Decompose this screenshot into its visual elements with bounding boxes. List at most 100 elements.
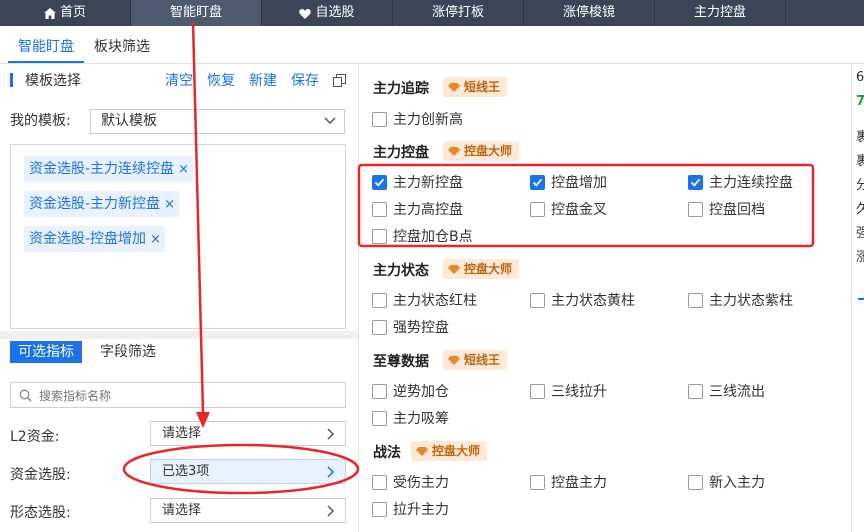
- checkbox-item[interactable]: 主力新控盘: [372, 172, 463, 192]
- checkbox[interactable]: [530, 474, 545, 490]
- checkbox-item[interactable]: 控盘加仓B点: [372, 226, 473, 246]
- badge-label: 短线王: [464, 80, 501, 94]
- checkbox[interactable]: [372, 319, 387, 335]
- tab-field-filter[interactable]: 字段筛选: [92, 341, 164, 363]
- save-button[interactable]: 保存: [291, 70, 319, 90]
- subtab-sector-filter[interactable]: 板块筛选: [84, 33, 160, 63]
- clear-button[interactable]: 清空: [165, 70, 193, 90]
- badge-control-master: 控盘大师: [411, 441, 488, 461]
- checkbox-label: 主力状态黄柱: [551, 293, 635, 309]
- checkbox-item[interactable]: 强势控盘: [372, 317, 449, 337]
- checkbox-item[interactable]: 控盘增加: [530, 172, 607, 192]
- checkbox-label: 主力吸筹: [393, 411, 449, 427]
- checkbox-label: 主力状态紫柱: [709, 293, 793, 309]
- checkbox-item[interactable]: 三线流出: [688, 381, 765, 401]
- group-title-main-status: 主力状态: [373, 263, 429, 279]
- close-icon[interactable]: ×: [178, 162, 189, 177]
- checkbox-item[interactable]: 拉升主力: [372, 499, 449, 519]
- checkbox-checked[interactable]: [688, 174, 703, 190]
- tab-available-indicators[interactable]: 可选指标: [10, 341, 82, 363]
- chevron-right-icon: [327, 466, 335, 478]
- checkbox-item[interactable]: 逆势加仓: [372, 381, 449, 401]
- badge-label: 控盘大师: [464, 262, 513, 276]
- nav-tab-limit-up-prism[interactable]: 涨停梭镜: [524, 0, 655, 26]
- checkbox[interactable]: [530, 383, 545, 399]
- top-nav: 首页 智能盯盘 自选股 涨停打板 涨停梭镜 主力控盘: [0, 0, 864, 26]
- subtab-smart-watch[interactable]: 智能盯盘: [8, 33, 84, 63]
- fund-stock-select[interactable]: 已选3项: [150, 459, 346, 484]
- checkbox-item[interactable]: 主力高控盘: [372, 199, 463, 219]
- group-title-main-tracking: 主力追踪: [373, 81, 429, 97]
- checkbox-item[interactable]: 控盘回档: [688, 199, 765, 219]
- checkbox-item[interactable]: 三线拉升: [530, 381, 607, 401]
- checkbox-item[interactable]: 控盘主力: [530, 472, 607, 492]
- group-title-premium-data: 至尊数据: [373, 354, 429, 370]
- diamond-icon: [448, 146, 460, 156]
- checkbox[interactable]: [372, 201, 387, 217]
- search-input[interactable]: [37, 385, 341, 407]
- sub-tabs: 智能盯盘 板块筛选: [0, 33, 160, 63]
- close-icon[interactable]: ×: [164, 197, 175, 212]
- checkbox-item[interactable]: 新入主力: [688, 472, 765, 492]
- checkbox-label: 新入主力: [709, 475, 765, 491]
- copy-icon[interactable]: [333, 73, 346, 87]
- nav-tab-home[interactable]: 首页: [0, 0, 131, 26]
- nav-tab-watchlist[interactable]: 自选股: [262, 0, 393, 26]
- section-marker: [10, 73, 13, 87]
- nav-tab-label: 智能盯盘: [169, 5, 222, 20]
- chevron-down-icon: [324, 117, 336, 125]
- checkbox-item[interactable]: 主力连续控盘: [688, 172, 793, 192]
- selected-tag[interactable]: 资金选股-主力连续控盘 ×: [24, 156, 193, 182]
- badge-control-master: 控盘大师: [443, 259, 520, 279]
- checkbox-label: 三线拉升: [551, 384, 607, 400]
- selected-tag[interactable]: 资金选股-控盘增加 ×: [24, 226, 165, 252]
- nav-tab-limit-up[interactable]: 涨停打板: [393, 0, 524, 26]
- nav-tab-smart-watch[interactable]: 智能盯盘: [131, 0, 262, 26]
- checkbox-label: 主力状态红柱: [393, 293, 477, 309]
- checkbox-item[interactable]: 主力吸筹: [372, 408, 449, 428]
- selected-tag[interactable]: 资金选股-主力新控盘 ×: [24, 191, 179, 217]
- checkbox-item[interactable]: 主力状态紫柱: [688, 290, 793, 310]
- badge-control-master: 控盘大师: [443, 141, 520, 161]
- close-icon[interactable]: ×: [150, 232, 161, 247]
- checkbox[interactable]: [372, 410, 387, 426]
- checkbox-item[interactable]: 主力状态黄柱: [530, 290, 635, 310]
- nav-tab-main-control[interactable]: 主力控盘: [655, 0, 786, 26]
- checkbox[interactable]: [530, 292, 545, 308]
- checkbox-item[interactable]: 主力创新高: [372, 109, 463, 129]
- checkbox-label: 主力新控盘: [393, 175, 463, 191]
- partial-text: 强: [856, 222, 864, 241]
- check-icon: [532, 178, 543, 187]
- checkbox-label: 控盘金叉: [551, 202, 607, 218]
- checkbox-checked[interactable]: [372, 174, 387, 190]
- checkbox[interactable]: [530, 201, 545, 217]
- checkbox[interactable]: [688, 292, 703, 308]
- checkbox[interactable]: [372, 228, 387, 244]
- checkbox-checked[interactable]: [530, 174, 545, 190]
- home-icon: [43, 7, 56, 19]
- partial-text: 裹: [856, 126, 864, 145]
- pattern-stock-select[interactable]: 请选择: [150, 498, 346, 523]
- l2-funds-select[interactable]: 请选择: [150, 421, 346, 446]
- checkbox-label: 三线流出: [709, 384, 765, 400]
- checkbox[interactable]: [688, 474, 703, 490]
- checkbox[interactable]: [372, 383, 387, 399]
- checkbox[interactable]: [372, 474, 387, 490]
- restore-button[interactable]: 恢复: [207, 70, 235, 90]
- template-select[interactable]: 默认模板: [90, 109, 345, 134]
- diamond-icon: [448, 82, 460, 92]
- checkbox[interactable]: [688, 201, 703, 217]
- checkbox-item[interactable]: 主力状态红柱: [372, 290, 477, 310]
- new-button[interactable]: 新建: [249, 70, 277, 90]
- tag-label: 资金选股-主力连续控盘: [29, 161, 175, 177]
- badge-label: 控盘大师: [432, 444, 481, 458]
- checkbox[interactable]: [372, 501, 387, 517]
- checkbox[interactable]: [372, 292, 387, 308]
- checkbox-item[interactable]: 受伤主力: [372, 472, 449, 492]
- badge-label: 控盘大师: [464, 144, 513, 158]
- checkbox[interactable]: [372, 111, 387, 127]
- checkbox-label: 控盘加仓B点: [393, 229, 473, 245]
- nav-tab-label: 涨停打板: [431, 5, 484, 20]
- checkbox[interactable]: [688, 383, 703, 399]
- checkbox-item[interactable]: 控盘金叉: [530, 199, 607, 219]
